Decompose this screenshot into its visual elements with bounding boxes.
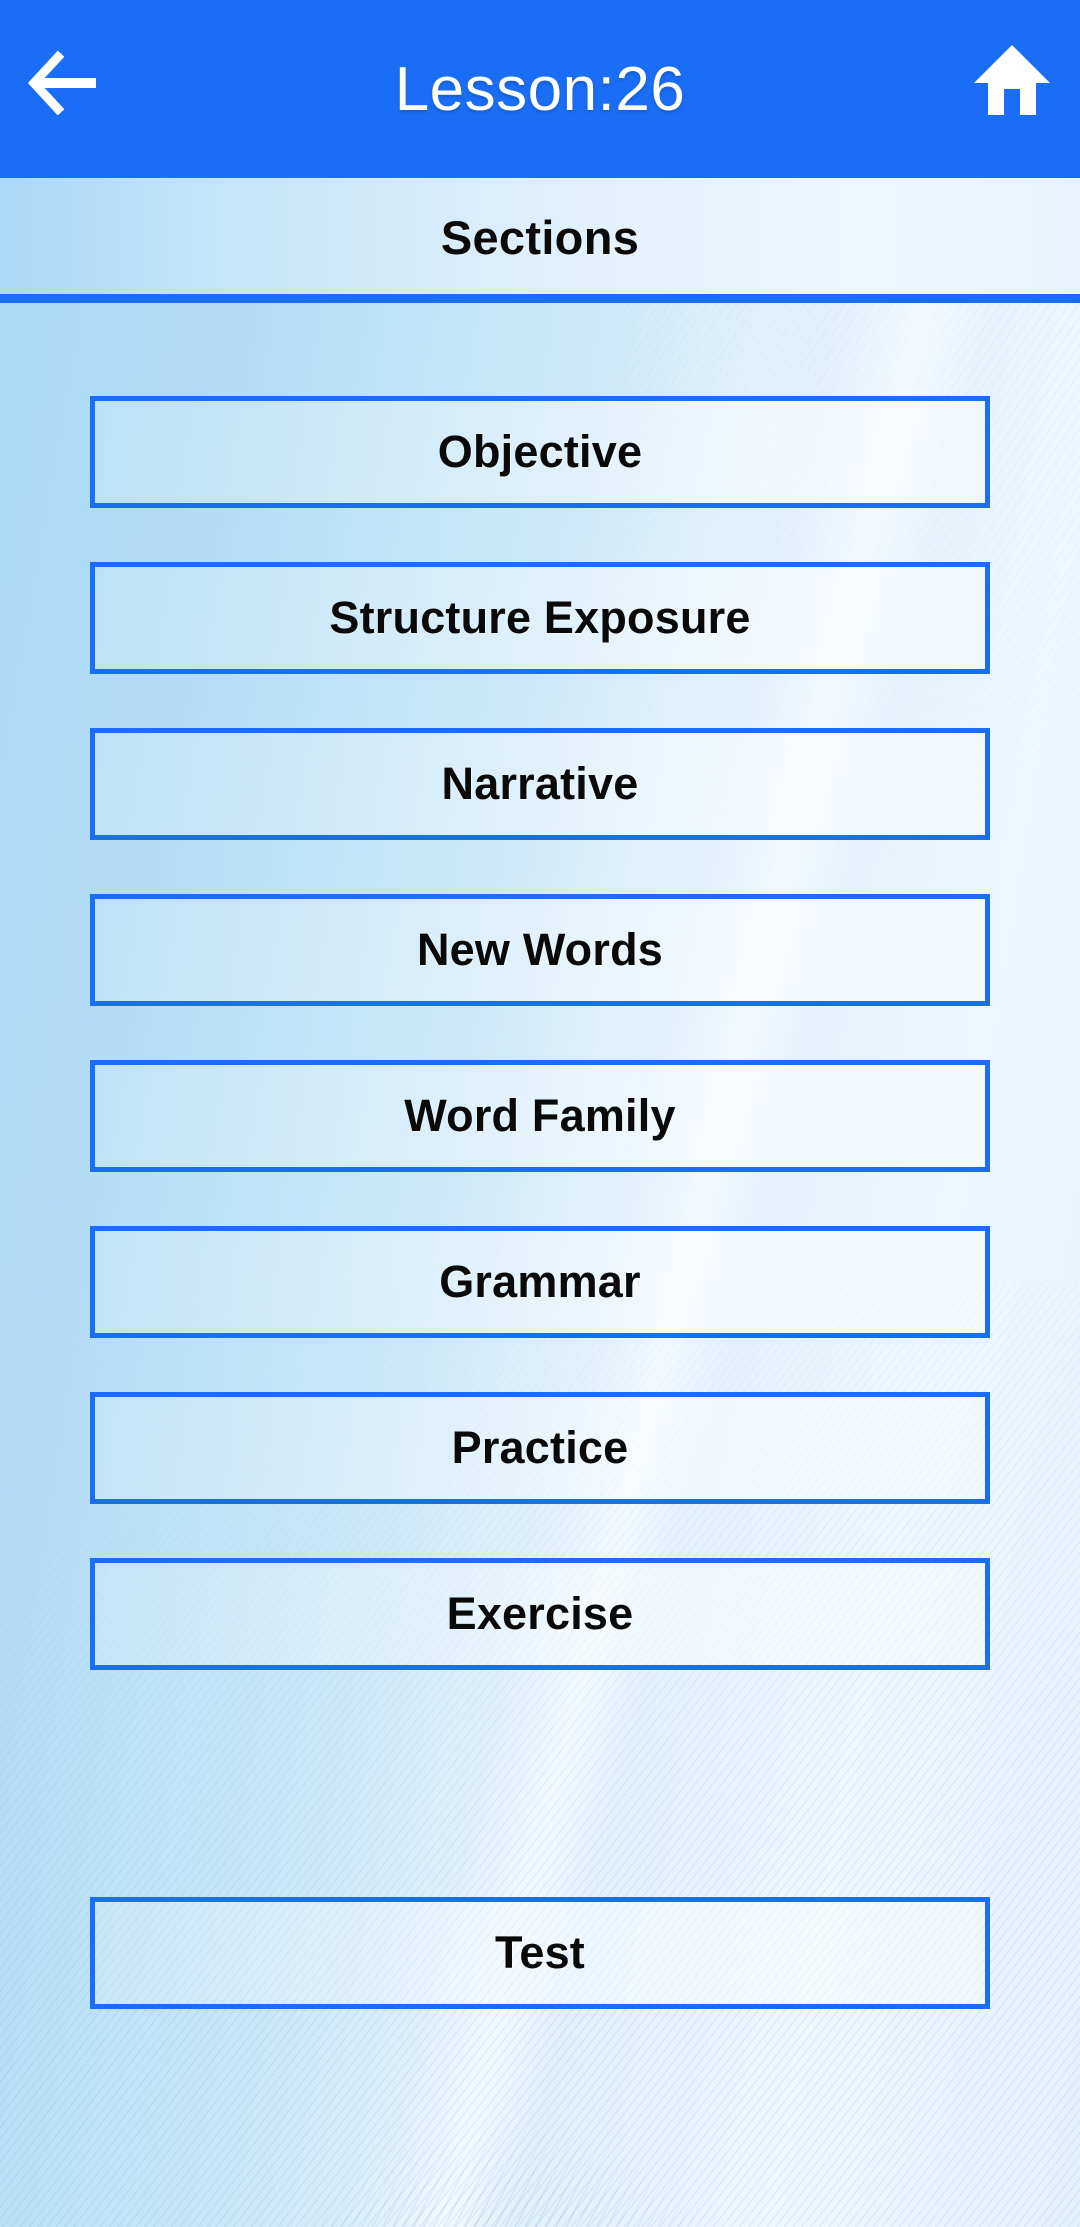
sections-list: Objective Structure Exposure Narrative N… bbox=[0, 0, 1080, 2227]
section-button-label: Word Family bbox=[404, 1090, 676, 1141]
section-button-new-words[interactable]: New Words bbox=[90, 894, 990, 1006]
section-button-word-family[interactable]: Word Family bbox=[90, 1060, 990, 1172]
section-button-grammar[interactable]: Grammar bbox=[90, 1226, 990, 1338]
section-button-label: Structure Exposure bbox=[329, 592, 751, 643]
sections-header: Sections bbox=[0, 178, 1080, 297]
section-button-objective[interactable]: Objective bbox=[90, 396, 990, 508]
app-header: Lesson:26 bbox=[0, 0, 1080, 178]
home-button[interactable] bbox=[966, 32, 1058, 128]
section-button-label: Narrative bbox=[441, 758, 639, 809]
section-button-exercise[interactable]: Exercise bbox=[90, 1558, 990, 1670]
section-button-label: Practice bbox=[451, 1422, 629, 1473]
sections-header-label: Sections bbox=[440, 211, 640, 264]
section-button-label: Grammar bbox=[439, 1256, 641, 1307]
section-button-structure-exposure[interactable]: Structure Exposure bbox=[90, 562, 990, 674]
back-button[interactable] bbox=[22, 40, 108, 126]
header-divider bbox=[0, 294, 1080, 303]
section-button-label: Objective bbox=[437, 426, 643, 477]
section-button-narrative[interactable]: Narrative bbox=[90, 728, 990, 840]
section-button-test[interactable]: Test bbox=[90, 1897, 990, 2009]
section-button-label: Exercise bbox=[446, 1588, 634, 1639]
app-screen: Lesson:26 Sections Objective Structure E… bbox=[0, 0, 1080, 2227]
section-button-label: New Words bbox=[416, 924, 663, 975]
section-button-practice[interactable]: Practice bbox=[90, 1392, 990, 1504]
section-button-label: Test bbox=[495, 1927, 585, 1978]
back-arrow-icon bbox=[28, 51, 96, 115]
page-title: Lesson:26 bbox=[394, 54, 686, 124]
home-icon bbox=[974, 45, 1050, 115]
